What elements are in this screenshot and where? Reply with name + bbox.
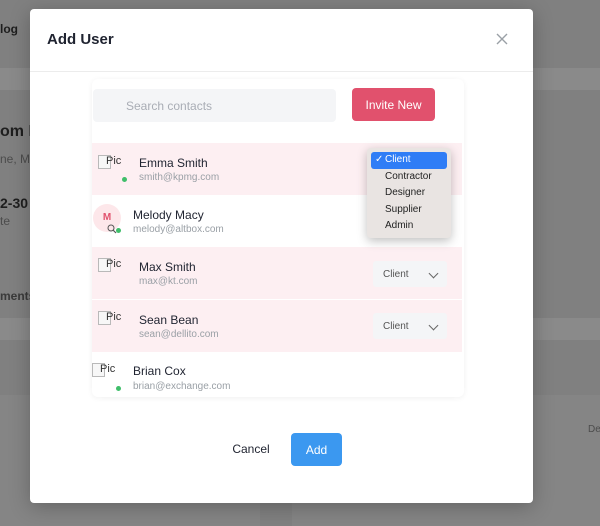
chevron-down-icon [428,268,439,279]
close-icon[interactable] [493,30,511,48]
check-icon: ✓ [375,154,384,165]
bg-date: 2-30 [0,195,29,211]
modal-title: Add User [47,31,114,48]
role-option-label: Supplier [385,203,422,215]
contact-name: Melody Macy [133,208,204,222]
contact-name: Max Smith [139,260,196,274]
contact-email: sean@dellito.com [139,329,219,340]
role-option-client[interactable]: ✓ Client [371,152,447,169]
role-option-label: Client [385,154,411,165]
chevron-down-icon [428,320,439,331]
role-option-supplier[interactable]: Supplier [367,202,451,219]
avatar-alt-text: Pic [100,363,116,375]
contact-email: max@kt.com [139,276,198,287]
role-select[interactable]: Client [373,261,447,287]
magnifier-icon [107,224,117,234]
invite-new-button[interactable]: Invite New [352,88,435,121]
contact-email: melody@altbox.com [133,224,224,235]
role-option-label: Contractor [385,170,432,182]
role-option-label: Designer [385,187,426,198]
role-option-designer[interactable]: Designer [367,185,451,202]
cancel-button[interactable]: Cancel [222,433,280,465]
contact-email: brian@exchange.com [133,381,231,392]
role-option-label: Admin [385,220,414,231]
add-user-modal: Add User Invite New Pic Emma Smith smith… [30,9,533,503]
role-select[interactable]: Client [373,313,447,339]
role-dropdown-menu: ✓ Client Contractor Designer Supplier Ad… [367,148,451,238]
role-option-admin[interactable]: Admin [367,218,451,235]
contact-name: Sean Bean [139,313,199,327]
search-input[interactable] [93,89,336,122]
role-select-value: Client [383,321,409,332]
contact-row[interactable]: Pic Brian Cox brian@exchange.com [92,352,462,404]
contact-row[interactable]: Pic Max Smith max@kt.com Client [92,247,462,299]
avatar-alt-text: Pic [106,258,122,270]
bg-right-text: De [588,424,600,435]
avatar: Pic [98,258,126,286]
close-icon-glyph [496,33,508,45]
avatar-alt-text: Pic [106,155,122,167]
contact-row[interactable]: Pic Sean Bean sean@dellito.com Client [92,300,462,352]
online-status-dot [116,386,121,391]
bg-subtext: ne, M [0,152,31,166]
contact-picker: Invite New Pic Emma Smith smith@kpmg.com… [92,79,464,397]
contact-name: Emma Smith [139,156,208,170]
contact-email: smith@kpmg.com [139,172,220,183]
modal-header: Add User [30,9,533,72]
role-select-value: Client [383,269,409,280]
contact-name: Brian Cox [133,364,186,378]
bg-title: log [0,22,18,36]
add-button[interactable]: Add [291,433,342,466]
avatar-alt-text: Pic [106,311,122,323]
role-option-contractor[interactable]: Contractor [367,169,451,186]
bg-note: te [0,214,11,228]
online-status-dot [122,177,127,182]
avatar: Pic [98,311,126,339]
